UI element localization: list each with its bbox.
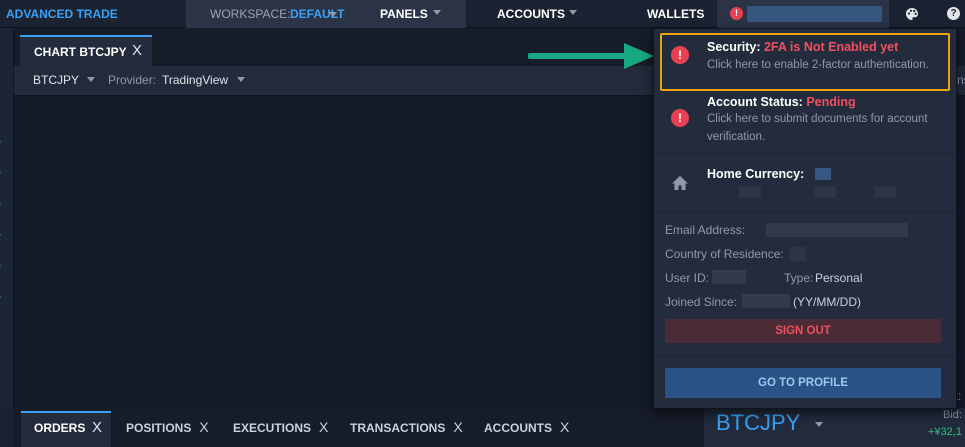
- up-arrow-icon: ›: [0, 137, 4, 146]
- provider-label: Provider:: [108, 73, 157, 87]
- chevron-down-icon[interactable]: [329, 12, 337, 17]
- chevron-down-icon[interactable]: [237, 77, 245, 82]
- user-menu-button[interactable]: !: [717, 0, 889, 28]
- redacted-username: [747, 6, 882, 22]
- chevron-down-icon[interactable]: [87, 77, 95, 82]
- close-icon[interactable]: X: [132, 42, 142, 59]
- close-icon[interactable]: X: [560, 419, 569, 435]
- close-icon[interactable]: X: [92, 419, 102, 436]
- security-status: 2FA is Not Enabled yet: [763, 40, 899, 54]
- alert-icon: !: [730, 7, 743, 20]
- tab-label: ORDERS: [34, 421, 86, 435]
- tab-accounts[interactable]: ACCOUNTS X: [484, 419, 569, 435]
- ticker-symbol[interactable]: BTCJPY: [716, 410, 800, 436]
- close-icon[interactable]: X: [453, 419, 462, 435]
- tab-orders[interactable]: ORDERS X: [21, 411, 111, 447]
- left-panel-edge: › › › › › ›: [0, 28, 14, 408]
- tab-label: CHART BTCJPY: [34, 45, 127, 59]
- up-arrow-icon: ›: [0, 292, 4, 301]
- tab-label: EXECUTIONS: [233, 421, 312, 435]
- joined-format: (YY/MM/DD): [793, 295, 861, 309]
- panels-menu[interactable]: PANELS: [380, 7, 428, 21]
- up-arrow-icon: ›: [0, 230, 4, 239]
- chevron-down-icon[interactable]: [569, 10, 577, 15]
- tab-transactions[interactable]: TRANSACTIONS X: [350, 419, 463, 435]
- close-icon[interactable]: X: [199, 419, 208, 435]
- tab-chart-btcjpy[interactable]: CHART BTCJPY X: [20, 35, 152, 66]
- home-icon: [672, 176, 688, 190]
- close-icon[interactable]: X: [319, 419, 328, 435]
- account-status-item[interactable]: ! Account Status: Pending Click here to …: [654, 89, 956, 153]
- account-dropdown: ! Security: 2FA is Not Enabled yet Click…: [653, 28, 957, 409]
- account-status-value: Pending: [806, 95, 856, 109]
- wallets-menu[interactable]: WALLETS: [647, 7, 704, 21]
- account-status-title: Account Status: Pending: [707, 95, 856, 109]
- account-status-description: Click here to submit documents for accou…: [707, 113, 928, 143]
- divider: [654, 355, 956, 356]
- annotation-arrow-icon: [528, 43, 654, 69]
- security-description: Click here to enable 2-factor authentica…: [707, 59, 929, 71]
- sign-out-button[interactable]: SIGN OUT: [665, 319, 941, 343]
- security-title: Security: 2FA is Not Enabled yet: [707, 40, 899, 54]
- joined-label: Joined Since:: [665, 295, 738, 309]
- accounts-menu[interactable]: ACCOUNTS: [497, 7, 565, 21]
- redacted-country: [790, 247, 806, 261]
- email-label: Email Address:: [665, 223, 746, 237]
- tab-positions[interactable]: POSITIONS X: [126, 419, 209, 435]
- type-value: Personal: [815, 271, 863, 285]
- bid-label: Bid:: [943, 409, 962, 421]
- bottom-tab-bar: ORDERS X POSITIONS X EXECUTIONS X TRANSACT…: [14, 408, 704, 447]
- app-root: ADVANCED TRADE WORKSPACE: DEFAULT PANELS…: [0, 0, 965, 447]
- help-icon[interactable]: ?: [947, 7, 960, 20]
- alert-icon: !: [671, 109, 689, 127]
- tab-label: TRANSACTIONS: [350, 421, 446, 435]
- type-label: Type:: [784, 271, 814, 285]
- provider-select[interactable]: TradingView: [162, 73, 228, 87]
- redacted-value: [874, 186, 896, 198]
- right-panel-edge-text: ns: [957, 73, 965, 87]
- brand-title[interactable]: ADVANCED TRADE: [6, 7, 118, 21]
- redacted-currency: [815, 168, 831, 180]
- redacted-value: [814, 186, 836, 198]
- home-currency-title: Home Currency:: [707, 167, 805, 181]
- tab-label: ACCOUNTS: [484, 421, 552, 435]
- bid-value: +¥32,1: [928, 426, 962, 438]
- up-arrow-icon: ›: [0, 199, 4, 208]
- up-arrow-icon: ›: [0, 168, 4, 177]
- ticker-panel: BTCJPY Bid: +¥32,1: [704, 408, 965, 447]
- chevron-down-icon[interactable]: [433, 10, 441, 15]
- security-2fa-item[interactable]: ! Security: 2FA is Not Enabled yet Click…: [654, 33, 956, 91]
- workspace-label: WORKSPACE:: [210, 7, 291, 21]
- redacted-email: [766, 223, 908, 237]
- top-bar: ADVANCED TRADE WORKSPACE: DEFAULT PANELS…: [0, 0, 965, 28]
- country-label: Country of Residence:: [665, 247, 784, 261]
- chevron-down-icon[interactable]: [815, 422, 823, 427]
- alert-icon: !: [671, 46, 689, 64]
- go-to-profile-button[interactable]: GO TO PROFILE: [665, 368, 941, 398]
- up-arrow-icon: ›: [0, 261, 4, 270]
- home-currency-item: Home Currency:: [654, 154, 956, 210]
- redacted-user-id: [712, 270, 746, 284]
- redacted-value: [739, 186, 761, 198]
- redacted-joined-date: [742, 294, 790, 308]
- palette-icon[interactable]: [905, 7, 919, 21]
- divider: [654, 211, 956, 212]
- tab-executions[interactable]: EXECUTIONS X: [233, 419, 328, 435]
- pair-select[interactable]: BTCJPY: [33, 73, 79, 87]
- user-id-label: User ID:: [665, 271, 710, 285]
- tab-label: POSITIONS: [126, 421, 192, 435]
